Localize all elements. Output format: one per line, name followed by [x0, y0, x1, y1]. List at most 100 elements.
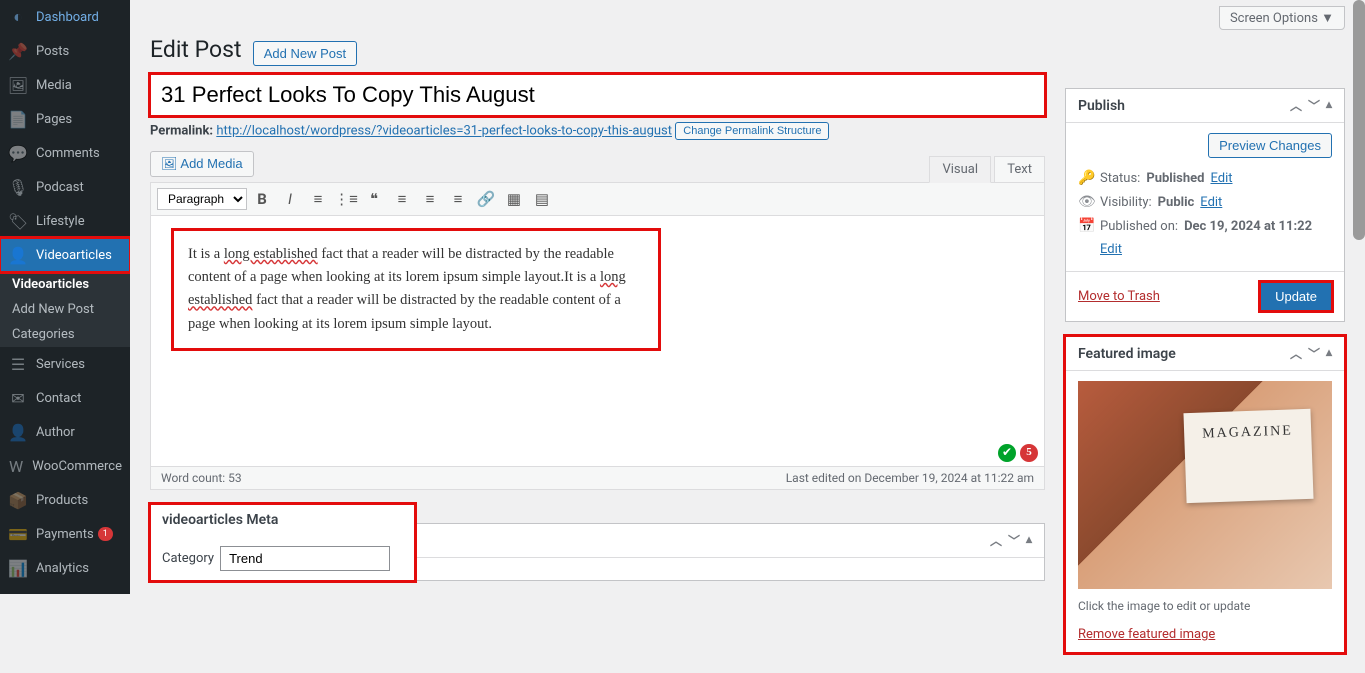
publish-title: Publish [1078, 98, 1125, 114]
sidebar-item-dashboard[interactable]: ◐Dashboard [0, 0, 130, 34]
readmore-button[interactable]: ▦ [501, 186, 527, 212]
sidebar-item-woocommerce[interactable]: W WooCommerce [0, 449, 130, 483]
tab-text[interactable]: Text [994, 156, 1045, 183]
align-left-button[interactable]: ≡ [389, 186, 415, 212]
sidebar-item-label: Podcast [36, 180, 84, 195]
metabox-title: videoarticles Meta [162, 512, 278, 528]
toolbar-toggle-button[interactable]: ▤ [529, 186, 555, 212]
sidebar-item-lifestyle[interactable]: 🏷Lifestyle [0, 204, 130, 238]
align-right-button[interactable]: ≡ [445, 186, 471, 212]
sidebar-item-label: Products [36, 493, 88, 508]
chevron-down-icon[interactable]: ﹀ [1308, 345, 1320, 362]
sidebar-item-marketing[interactable]: 📣Marketing [0, 585, 130, 594]
sidebar-item-posts[interactable]: 📌Posts [0, 34, 130, 68]
sidebar-item-payments[interactable]: 💳Payments1 [0, 517, 130, 551]
editor-text: long established [224, 246, 318, 262]
screen-options-button[interactable]: Screen Options ▼ [1219, 6, 1345, 30]
sidebar-item-media[interactable]: 🖼 Media [0, 68, 130, 102]
link-button[interactable]: 🔗 [473, 186, 499, 212]
sidebar-item-label: Posts [36, 44, 69, 59]
featured-image-thumb[interactable] [1078, 381, 1332, 589]
featured-title: Featured image [1078, 346, 1176, 362]
word-count: Word count: 53 [161, 471, 242, 485]
person-icon: 👤 [8, 245, 28, 265]
sidebar-item-pages[interactable]: 📄Pages [0, 102, 130, 136]
sidebar-item-services[interactable]: ☰Services [0, 347, 130, 381]
sidebar-item-label: Comments [36, 146, 100, 161]
sidebar-item-comments[interactable]: 💬Comments [0, 136, 130, 170]
person-icon: 👤 [8, 422, 28, 442]
preview-button[interactable]: Preview Changes [1208, 133, 1332, 158]
sidebar-item-label: Media [36, 78, 72, 93]
sidebar-item-label: Videoarticles [36, 248, 112, 263]
sidebar-item-analytics[interactable]: 📊Analytics [0, 551, 130, 585]
subitem-videoarticles[interactable]: Videoarticles [0, 272, 130, 297]
woocommerce-icon: W [8, 456, 24, 476]
move-to-trash-link[interactable]: Move to Trash [1078, 289, 1160, 304]
italic-button[interactable]: I [277, 186, 303, 212]
update-button[interactable]: Update [1260, 282, 1332, 311]
category-label: Category [162, 551, 214, 566]
edit-status-link[interactable]: Edit [1210, 171, 1232, 186]
subitem-add-new[interactable]: Add New Post [0, 297, 130, 322]
edit-date-link[interactable]: Edit [1100, 242, 1122, 257]
add-new-post-button[interactable]: Add New Post [253, 41, 357, 66]
chevron-up-icon[interactable]: ︿ [1290, 345, 1302, 362]
box-icon: 📦 [8, 490, 28, 510]
permalink-link[interactable]: http://localhost/wordpress/?videoarticle… [216, 124, 672, 139]
payments-badge: 1 [98, 527, 113, 541]
sidebar-item-videoarticles[interactable]: 👤 Videoarticles [0, 238, 130, 272]
post-title-input[interactable] [150, 74, 1045, 116]
eye-icon: 👁 [1078, 194, 1094, 210]
featured-hint: Click the image to edit or update [1078, 599, 1332, 613]
sidebar-item-podcast[interactable]: 🎙 Podcast [0, 170, 130, 204]
editor-text: It is a [188, 246, 224, 262]
sidebar-item-label: Payments [36, 527, 94, 542]
media-icon: 🖼 [8, 75, 28, 95]
editor-text: fact that a reader will be distracted by… [188, 292, 621, 331]
chart-icon: 📊 [8, 558, 28, 578]
add-media-button[interactable]: 🖼 Add Media [150, 151, 254, 177]
chevron-up-icon[interactable]: ︿ [1290, 97, 1302, 114]
caret-up-icon[interactable]: ▴ [1026, 532, 1032, 549]
caret-up-icon[interactable]: ▴ [1326, 345, 1332, 362]
chevron-down-icon[interactable]: ﹀ [1008, 532, 1020, 549]
bullet-list-button[interactable]: ≡ [305, 186, 331, 212]
subitem-categories[interactable]: Categories [0, 322, 130, 347]
editor-toolbar: Paragraph B I ≡ ⋮≡ ❝ ≡ ≡ ≡ 🔗 ▦ ▤ [151, 183, 1044, 216]
align-center-button[interactable]: ≡ [417, 186, 443, 212]
sidebar-item-label: Services [36, 357, 85, 372]
quote-button[interactable]: ❝ [361, 186, 387, 212]
issues-badge[interactable]: 5 [1020, 444, 1038, 462]
number-list-button[interactable]: ⋮≡ [333, 186, 359, 212]
dashboard-icon: ◐ [8, 7, 28, 27]
caret-up-icon[interactable]: ▴ [1326, 97, 1332, 114]
calendar-icon: 📅 [1078, 218, 1094, 234]
chevron-up-icon[interactable]: ︿ [990, 532, 1002, 549]
format-select[interactable]: Paragraph [157, 188, 247, 210]
change-permalink-button[interactable]: Change Permalink Structure [675, 122, 829, 140]
edit-visibility-link[interactable]: Edit [1200, 195, 1222, 210]
category-input[interactable] [220, 546, 390, 571]
admin-sidebar: ◐Dashboard 📌Posts 🖼 Media 📄Pages 💬Comment… [0, 0, 130, 594]
chevron-down-icon[interactable]: ﹀ [1308, 97, 1320, 114]
last-edited: Last edited on December 19, 2024 at 11:2… [786, 471, 1034, 485]
mic-icon: 🎙 [8, 177, 28, 197]
key-icon: 🔑 [1078, 170, 1094, 186]
sidebar-item-products[interactable]: 📦 Products [0, 483, 130, 517]
remove-featured-link[interactable]: Remove featured image [1078, 627, 1215, 642]
sidebar-item-label: Contact [36, 391, 81, 406]
sidebar-item-label: Pages [36, 112, 72, 127]
permalink-label: Permalink: [150, 124, 213, 139]
tag-icon: 🏷 [8, 211, 28, 231]
editor-body[interactable]: It is a long established fact that a rea… [151, 216, 1044, 466]
tab-visual[interactable]: Visual [929, 156, 991, 183]
seo-ok-icon[interactable]: ✔ [998, 444, 1016, 462]
scrollbar-thumb[interactable] [1353, 0, 1365, 240]
sidebar-item-label: WooCommerce [32, 459, 122, 474]
sidebar-item-contact[interactable]: ✉Contact [0, 381, 130, 415]
sidebar-item-label: Author [36, 425, 75, 440]
scrollbar[interactable] [1353, 0, 1365, 594]
sidebar-item-author[interactable]: 👤 Author [0, 415, 130, 449]
bold-button[interactable]: B [249, 186, 275, 212]
